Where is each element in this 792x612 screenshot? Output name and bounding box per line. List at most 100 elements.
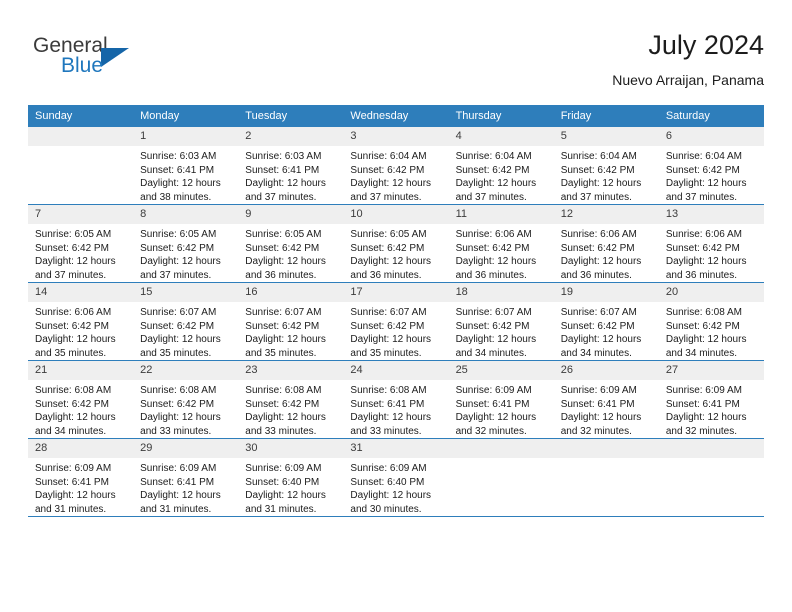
day-number: 5: [553, 127, 659, 146]
calendar-day-cell[interactable]: 1 Sunrise: 6:03 AM Sunset: 6:41 PM Daylight…: [133, 127, 239, 205]
calendar-day-cell[interactable]: 8 Sunrise: 6:05 AM Sunset: 6:42 PM Daylight…: [133, 204, 239, 283]
calendar-page: General Blue July 2024 Nuevo Arraijan, P…: [0, 0, 792, 612]
day-detail-line: Sunset: 6:42 PM: [140, 398, 215, 410]
calendar-day-cell[interactable]: 21 Sunrise: 6:08 AM Sunset: 6:42 PM Dayligh…: [28, 360, 134, 439]
day-details: Sunrise: 6:05 AM Sunset: 6:42 PM Daylight:…: [133, 224, 238, 282]
day-number: 14: [28, 283, 134, 302]
day-detail-line: Sunset: 6:40 PM: [350, 476, 425, 488]
day-number: 9: [238, 205, 344, 224]
day-number: 27: [658, 361, 764, 380]
day-number: 25: [448, 361, 554, 380]
calendar-day-cell[interactable]: 23 Sunrise: 6:08 AM Sunset: 6:42 PM Dayligh…: [238, 360, 344, 439]
calendar-day-cell[interactable]: 4 Sunrise: 6:04 AM Sunset: 6:42 PM Daylight…: [448, 127, 554, 205]
day-details: Sunrise: 6:06 AM Sunset: 6:42 PM Daylight:…: [554, 224, 659, 282]
day-detail-line: Daylight: 12 hours: [35, 256, 116, 267]
day-number: 18: [448, 283, 554, 302]
calendar-day-cell[interactable]: 25 Sunrise: 6:09 AM Sunset: 6:41 PM Dayligh…: [448, 360, 554, 439]
calendar-day-cell[interactable]: 24 Sunrise: 6:08 AM Sunset: 6:41 PM Dayligh…: [343, 360, 449, 439]
day-detail-line: Sunrise: 6:08 AM: [350, 385, 427, 396]
day-detail-line: Sunrise: 6:04 AM: [455, 151, 532, 162]
calendar-day-cell[interactable]: 29 Sunrise: 6:09 AM Sunset: 6:41 PM Dayligh…: [133, 438, 239, 516]
day-details: Sunrise: 6:06 AM Sunset: 6:42 PM Daylight:…: [28, 302, 133, 360]
day-details: Sunrise: 6:07 AM Sunset: 6:42 PM Daylight:…: [449, 302, 554, 360]
calendar-day-cell[interactable]: 9 Sunrise: 6:05 AM Sunset: 6:42 PM Daylight…: [238, 204, 344, 283]
day-detail-line: Sunrise: 6:08 AM: [35, 385, 112, 396]
day-detail-line: Sunrise: 6:07 AM: [140, 307, 217, 318]
calendar-day-cell[interactable]: 10 Sunrise: 6:05 AM Sunset: 6:42 PM Dayligh…: [343, 204, 449, 283]
day-details: Sunrise: 6:04 AM Sunset: 6:42 PM Daylight:…: [343, 146, 448, 204]
calendar-day-cell[interactable]: 2 Sunrise: 6:03 AM Sunset: 6:41 PM Daylight…: [238, 127, 344, 205]
triangle-logo-icon: [101, 48, 129, 67]
day-detail-line: Sunset: 6:42 PM: [665, 320, 740, 332]
day-detail-line: Sunrise: 6:05 AM: [140, 229, 217, 240]
day-details: Sunrise: 6:05 AM Sunset: 6:42 PM Daylight:…: [28, 224, 133, 282]
calendar-day-cell[interactable]: 28 Sunrise: 6:09 AM Sunset: 6:41 PM Dayligh…: [28, 438, 134, 516]
calendar-week-row: 7 Sunrise: 6:05 AM Sunset: 6:42 PM Daylight…: [28, 204, 764, 283]
calendar-day-cell[interactable]: 18 Sunrise: 6:07 AM Sunset: 6:42 PM Dayligh…: [448, 282, 554, 361]
calendar-day-cell[interactable]: 17 Sunrise: 6:07 AM Sunset: 6:42 PM Dayligh…: [343, 282, 449, 361]
day-detail-line: Daylight: 12 hours: [245, 490, 326, 501]
day-detail-line: Sunset: 6:42 PM: [35, 398, 109, 410]
calendar-day-cell[interactable]: 12 Sunrise: 6:06 AM Sunset: 6:42 PM Dayligh…: [553, 204, 659, 283]
day-detail-line: and 37 minutes.: [350, 191, 422, 203]
calendar-day-cell[interactable]: 15 Sunrise: 6:07 AM Sunset: 6:42 PM Dayligh…: [133, 282, 239, 361]
calendar-day-cell[interactable]: 30 Sunrise: 6:09 AM Sunset: 6:40 PM Dayligh…: [238, 438, 344, 516]
day-detail-line: Daylight: 12 hours: [455, 334, 537, 345]
calendar-day-cell[interactable]: 19 Sunrise: 6:07 AM Sunset: 6:42 PM Dayligh…: [553, 282, 659, 361]
day-detail-line: Sunset: 6:42 PM: [245, 242, 320, 254]
day-detail-line: Daylight: 12 hours: [665, 412, 747, 423]
day-details: Sunrise: 6:05 AM Sunset: 6:42 PM Daylight:…: [238, 224, 343, 282]
day-detail-line: Sunrise: 6:08 AM: [665, 307, 742, 318]
brand-logo[interactable]: General Blue: [33, 34, 233, 90]
day-detail-line: and 36 minutes.: [350, 269, 422, 281]
day-detail-line: Daylight: 12 hours: [455, 412, 537, 423]
day-details: Sunrise: 6:07 AM Sunset: 6:42 PM Daylight:…: [238, 302, 343, 360]
day-details: Sunrise: 6:07 AM Sunset: 6:42 PM Daylight:…: [554, 302, 659, 360]
day-detail-line: Daylight: 12 hours: [665, 334, 747, 345]
day-details: Sunrise: 6:07 AM Sunset: 6:42 PM Daylight:…: [133, 302, 238, 360]
day-detail-line: and 37 minutes.: [665, 191, 738, 203]
day-details: Sunrise: 6:03 AM Sunset: 6:41 PM Daylight:…: [238, 146, 343, 204]
day-detail-line: and 31 minutes.: [140, 503, 212, 515]
day-detail-line: Sunrise: 6:09 AM: [140, 463, 217, 474]
calendar-day-cell[interactable]: 11 Sunrise: 6:06 AM Sunset: 6:42 PM Dayligh…: [448, 204, 554, 283]
calendar-day-cell[interactable]: 6 Sunrise: 6:04 AM Sunset: 6:42 PM Daylight…: [658, 127, 764, 205]
calendar-day-cell[interactable]: 31 Sunrise: 6:09 AM Sunset: 6:40 PM Dayligh…: [343, 438, 449, 516]
location-subtitle: Nuevo Arraijan, Panama: [612, 72, 764, 88]
day-details: Sunrise: 6:08 AM Sunset: 6:41 PM Daylight:…: [343, 380, 448, 438]
day-number: [28, 127, 134, 146]
day-detail-line: Daylight: 12 hours: [245, 178, 326, 189]
day-detail-line: Sunrise: 6:04 AM: [350, 151, 427, 162]
day-detail-line: and 37 minutes.: [245, 191, 317, 203]
calendar-day-cell[interactable]: 22 Sunrise: 6:08 AM Sunset: 6:42 PM Dayligh…: [133, 360, 239, 439]
calendar-week-row: 28 Sunrise: 6:09 AM Sunset: 6:41 PM Dayligh…: [28, 438, 764, 516]
calendar-day-cell[interactable]: 20 Sunrise: 6:08 AM Sunset: 6:42 PM Dayligh…: [658, 282, 764, 361]
day-detail-line: Daylight: 12 hours: [560, 178, 642, 189]
calendar-day-cell[interactable]: 7 Sunrise: 6:05 AM Sunset: 6:42 PM Daylight…: [28, 204, 134, 283]
day-detail-line: and 36 minutes.: [665, 269, 738, 281]
calendar-day-cell[interactable]: 5 Sunrise: 6:04 AM Sunset: 6:42 PM Daylight…: [553, 127, 659, 205]
day-detail-line: Daylight: 12 hours: [245, 334, 326, 345]
day-number: 12: [553, 205, 659, 224]
day-detail-line: and 31 minutes.: [245, 503, 317, 515]
day-detail-line: Daylight: 12 hours: [455, 256, 537, 267]
day-detail-line: Daylight: 12 hours: [665, 178, 747, 189]
day-number: 17: [343, 283, 449, 302]
day-detail-line: Sunset: 6:41 PM: [35, 476, 109, 488]
day-detail-line: Daylight: 12 hours: [35, 490, 116, 501]
calendar-day-cell[interactable]: 3 Sunrise: 6:04 AM Sunset: 6:42 PM Daylight…: [343, 127, 449, 205]
day-detail-line: Sunset: 6:42 PM: [455, 242, 530, 254]
calendar-day-cell[interactable]: 13 Sunrise: 6:06 AM Sunset: 6:42 PM Dayligh…: [658, 204, 764, 283]
day-detail-line: Sunrise: 6:05 AM: [350, 229, 427, 240]
day-number: [658, 439, 764, 458]
day-detail-line: Sunset: 6:42 PM: [140, 320, 215, 332]
day-detail-line: Daylight: 12 hours: [665, 256, 747, 267]
day-detail-line: Daylight: 12 hours: [560, 412, 642, 423]
day-detail-line: Sunrise: 6:04 AM: [560, 151, 637, 162]
calendar-day-cell[interactable]: 14 Sunrise: 6:06 AM Sunset: 6:42 PM Dayligh…: [28, 282, 134, 361]
day-detail-line: Daylight: 12 hours: [35, 334, 116, 345]
calendar-day-cell[interactable]: 27 Sunrise: 6:09 AM Sunset: 6:41 PM Dayligh…: [658, 360, 764, 439]
day-detail-line: and 32 minutes.: [665, 425, 738, 437]
calendar-day-cell[interactable]: 26 Sunrise: 6:09 AM Sunset: 6:41 PM Dayligh…: [553, 360, 659, 439]
calendar-day-cell[interactable]: 16 Sunrise: 6:07 AM Sunset: 6:42 PM Dayligh…: [238, 282, 344, 361]
